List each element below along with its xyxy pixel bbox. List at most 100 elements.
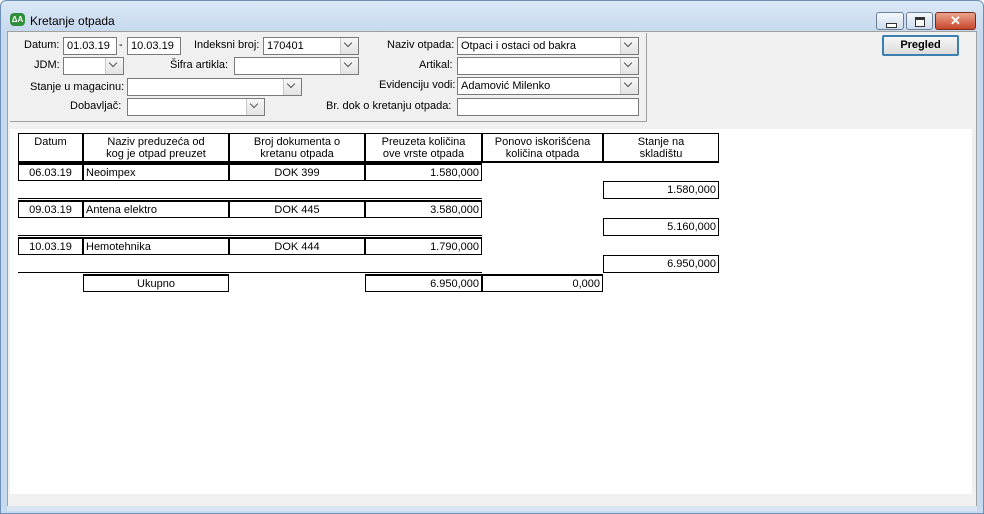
chevron-down-icon	[343, 38, 353, 48]
indeksni-value: 170401	[267, 40, 304, 52]
naziv-label: Naziv otpada:	[387, 39, 455, 51]
total-preuzeta: 6.950,000	[365, 274, 482, 292]
window-title: Kretanje otpada	[30, 14, 115, 28]
minimize-button[interactable]	[876, 12, 904, 30]
stanje-dropdown-button[interactable]	[283, 79, 301, 95]
row1-naziv: Neoimpex	[83, 163, 229, 181]
header-broj-line1: Broj dokumenta o	[253, 136, 341, 148]
header-broj-line2: kretanu otpada	[260, 148, 334, 160]
row1-spacer-broj	[229, 181, 365, 199]
jdm-combo[interactable]	[63, 57, 124, 75]
datum-label: Datum:	[24, 39, 60, 51]
row3-broj: DOK 444	[229, 237, 365, 255]
row2-datum: 09.03.19	[18, 200, 83, 218]
header-naziv-line2: kog je otpad preuzet	[106, 148, 206, 160]
header-broj: Broj dokumenta o kretanu otpada	[229, 133, 365, 163]
evidenciju-dropdown-button[interactable]	[620, 78, 638, 94]
chevron-down-icon	[623, 38, 633, 48]
naziv-combo[interactable]: Otpaci i ostaci od bakra	[457, 37, 639, 55]
row2-broj: DOK 445	[229, 200, 365, 218]
row3-spacer-preuzeta	[365, 255, 482, 273]
row1-stanje: 1.580,000	[603, 181, 719, 199]
chevron-down-icon	[623, 58, 633, 68]
naziv-value: Otpaci i ostaci od bakra	[461, 40, 576, 52]
chevron-down-icon	[249, 99, 259, 109]
dobavljac-label: Dobavljač:	[70, 100, 122, 112]
row1-spacer-preuzeta	[365, 181, 482, 199]
row1-spacer-naziv	[83, 181, 229, 199]
sifra-label: Šifra artikla:	[170, 59, 229, 71]
row3-stanje: 6.950,000	[603, 255, 719, 273]
header-datum-text: Datum	[34, 136, 67, 148]
brdok-label: Br. dok o kretanju otpada:	[326, 100, 452, 112]
row3-naziv: Hemotehnika	[83, 237, 229, 255]
indeksni-dropdown-button[interactable]	[340, 38, 358, 54]
maximize-icon	[915, 17, 925, 27]
chevron-down-icon	[623, 78, 633, 88]
dobavljac-dropdown-button[interactable]	[246, 99, 264, 115]
header-preuzeta-line1: Preuzeta količina	[381, 136, 466, 148]
maximize-button[interactable]	[906, 12, 933, 30]
app-icon: ΔA	[10, 13, 25, 26]
evidenciju-combo[interactable]: Adamović Milenko	[457, 77, 639, 95]
artikal-label: Artikal:	[419, 59, 453, 71]
total-ponovo: 0,000	[482, 274, 603, 292]
indeksni-combo[interactable]: 170401	[263, 37, 359, 55]
close-icon: ✕	[950, 13, 961, 28]
filter-panel: Datum: 01.03.19 - 10.03.19 Indeksni broj…	[10, 33, 647, 122]
row3-spacer-datum	[18, 255, 83, 273]
artikal-dropdown-button[interactable]	[620, 58, 638, 74]
stanje-combo[interactable]	[127, 78, 302, 96]
header-stanje-line1: Stanje na	[637, 136, 685, 148]
row2-preuzeta: 3.580,000	[365, 200, 482, 218]
header-naziv-line1: Naziv preduzeća od	[107, 136, 205, 148]
brdok-field[interactable]	[457, 98, 639, 116]
naziv-dropdown-button[interactable]	[620, 38, 638, 54]
jdm-dropdown-button[interactable]	[105, 58, 123, 74]
row3-spacer-broj	[229, 255, 365, 273]
header-datum: Datum	[18, 133, 83, 163]
chevron-down-icon	[108, 58, 118, 68]
header-naziv: Naziv preduzeća od kog je otpad preuzet	[83, 133, 229, 163]
evidenciju-value: Adamović Milenko	[461, 80, 551, 92]
close-button[interactable]: ✕	[935, 12, 976, 30]
row2-stanje: 5.160,000	[603, 218, 719, 236]
chevron-down-icon	[286, 79, 296, 89]
row3-spacer-naziv	[83, 255, 229, 273]
indeksni-label: Indeksni broj:	[194, 39, 260, 51]
header-preuzeta: Preuzeta količina ove vrste otpada	[365, 133, 482, 163]
row1-spacer-datum	[18, 181, 83, 199]
total-label: Ukupno	[83, 274, 229, 292]
artikal-combo[interactable]	[457, 57, 639, 75]
stanje-label: Stanje u magacinu:	[30, 81, 125, 93]
row1-preuzeta: 1.580,000	[365, 163, 482, 181]
row2-spacer-broj	[229, 218, 365, 236]
datum-separator: -	[119, 39, 123, 51]
row2-spacer-naziv	[83, 218, 229, 236]
header-stanje: Stanje na skladištu	[603, 133, 719, 163]
datum-from-field[interactable]: 01.03.19	[63, 37, 117, 55]
bottom-strip	[7, 506, 977, 511]
header-preuzeta-line2: ove vrste otpada	[382, 148, 465, 160]
header-ponovo-line1: Ponovo iskorišćena	[494, 136, 591, 148]
chevron-down-icon	[343, 58, 353, 68]
app-window: ΔA Kretanje otpada ✕ Datum: 01.03.19 - 1…	[0, 0, 984, 514]
header-ponovo: Ponovo iskorišćena količina otpada	[482, 133, 603, 163]
evidenciju-label: Evidenciju vodi:	[379, 79, 456, 91]
row2-spacer-datum	[18, 218, 83, 236]
jdm-label: JDM:	[34, 59, 60, 71]
row3-preuzeta: 1.790,000	[365, 237, 482, 255]
row1-broj: DOK 399	[229, 163, 365, 181]
pregled-button[interactable]: Pregled	[882, 35, 959, 56]
sifra-dropdown-button[interactable]	[340, 58, 358, 74]
row3-datum: 10.03.19	[18, 237, 83, 255]
report-area: Datum Naziv preduzeća od kog je otpad pre…	[10, 129, 972, 494]
sifra-combo[interactable]	[234, 57, 359, 75]
client-area: Datum: 01.03.19 - 10.03.19 Indeksni broj…	[7, 31, 977, 507]
datum-to-field[interactable]: 10.03.19	[127, 37, 181, 55]
row2-spacer-preuzeta	[365, 218, 482, 236]
row2-naziv: Antena elektro	[83, 200, 229, 218]
title-bar[interactable]: ΔA Kretanje otpada ✕	[1, 1, 983, 31]
dobavljac-combo[interactable]	[127, 98, 265, 116]
header-ponovo-line2: količina otpada	[505, 148, 580, 160]
